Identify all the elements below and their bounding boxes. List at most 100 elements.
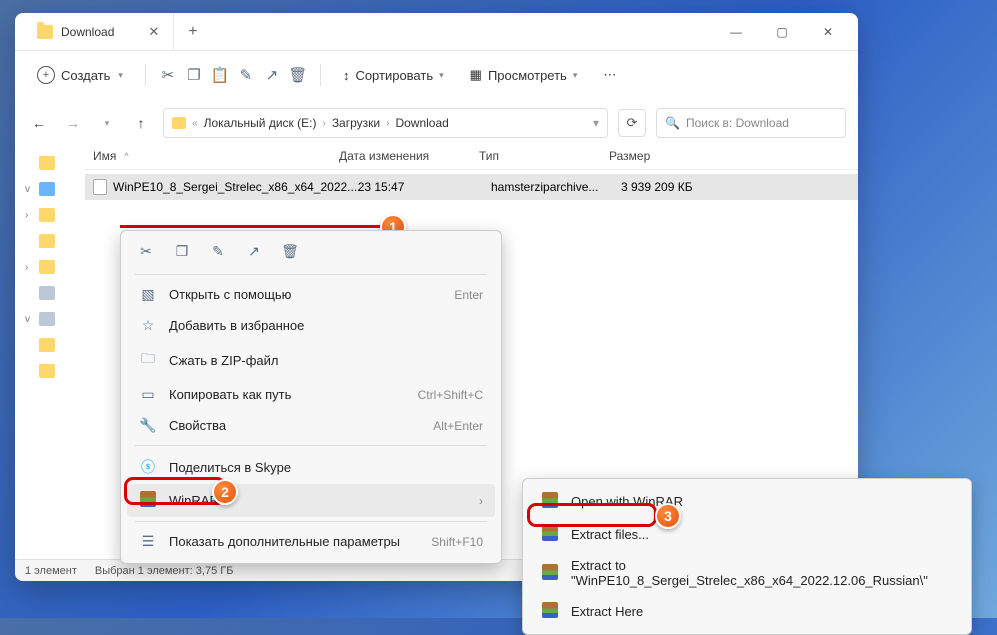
menu-properties[interactable]: 🔧 Свойства Alt+Enter (127, 410, 495, 441)
path-icon: ▭ (139, 386, 157, 403)
maximize-button[interactable]: ▢ (772, 22, 792, 42)
menu-skype[interactable]: ⓢ Поделиться в Skype (127, 450, 495, 484)
menu-copy-path[interactable]: ▭ Копировать как путь Ctrl+Shift+C (127, 379, 495, 410)
minimize-button[interactable]: — (726, 22, 746, 42)
chevron-down-icon: ▾ (573, 70, 578, 81)
separator (320, 64, 321, 86)
cut-icon[interactable]: ✂ (158, 65, 178, 85)
menu-add-favorites[interactable]: ☆ Добавить в избранное (127, 310, 495, 341)
context-menu: ✂ ❐ ✎ ↗ 🗑 ▧ Открыть с помощью Enter ☆ До… (120, 230, 502, 564)
wrench-icon: 🔧 (139, 417, 157, 434)
menu-more-options[interactable]: ☰ Показать дополнительные параметры Shif… (127, 526, 495, 557)
window-controls: — ▢ ✕ (726, 22, 850, 42)
separator (135, 521, 487, 522)
chevron-icon: « (192, 118, 198, 129)
menu-extract-here[interactable]: Extract Here (529, 595, 965, 628)
menu-compress-zip[interactable]: 🗀 Сжать в ZIP-файл (127, 341, 495, 379)
tree-item[interactable]: › (21, 257, 79, 277)
annotation-line (120, 225, 382, 228)
view-button[interactable]: ▦ Просмотреть ▾ (460, 61, 588, 89)
share-icon[interactable]: ↗ (245, 243, 263, 260)
winrar-icon (541, 602, 559, 621)
search-icon: 🔍 (665, 116, 680, 130)
file-date: 023 15:47 (351, 180, 491, 194)
up-button[interactable]: ↑ (129, 115, 153, 131)
recent-button[interactable]: ▾ (95, 118, 119, 129)
folder-icon (172, 117, 186, 129)
forward-button[interactable]: → (61, 115, 85, 131)
skype-icon: ⓢ (139, 457, 157, 477)
file-type: hamsterziparchive... (491, 180, 621, 194)
paste-icon[interactable]: 📋 (210, 65, 230, 85)
column-size[interactable]: Размер (609, 149, 709, 163)
tree-item[interactable] (21, 335, 79, 355)
menu-icon: ☰ (139, 533, 157, 550)
file-row[interactable]: WinPE10_8_Sergei_Strelec_x86_x64_2022...… (85, 174, 858, 200)
zip-icon: 🗀 (139, 348, 157, 372)
file-icon (93, 179, 107, 195)
folder-icon (37, 25, 53, 39)
share-icon[interactable]: ↗ (262, 65, 282, 85)
breadcrumb[interactable]: « Локальный диск (E:) › Загрузки › Downl… (163, 108, 608, 138)
column-type[interactable]: Тип (479, 149, 609, 163)
tree-item[interactable]: v (21, 309, 79, 329)
winrar-icon (139, 491, 157, 510)
chevron-icon: › (386, 118, 389, 129)
chevron-down-icon[interactable]: ▾ (593, 116, 599, 130)
chevron-right-icon: › (479, 494, 483, 508)
rename-icon[interactable]: ✎ (236, 65, 256, 85)
create-button[interactable]: + Создать ▾ (27, 60, 133, 90)
create-label: Создать (61, 68, 110, 83)
sort-label: Сортировать (355, 68, 433, 83)
selection-info: Выбран 1 элемент: 3,75 ГБ (95, 565, 234, 577)
plus-circle-icon: + (37, 66, 55, 84)
refresh-button[interactable]: ⟳ (618, 109, 646, 137)
tab-download[interactable]: Download ✕ (23, 13, 174, 50)
menu-open-with[interactable]: ▧ Открыть с помощью Enter (127, 279, 495, 310)
sort-asc-icon: ^ (124, 151, 128, 161)
view-icon: ▦ (470, 67, 482, 83)
menu-extract-to[interactable]: Extract to "WinPE10_8_Sergei_Strelec_x86… (529, 551, 965, 595)
new-tab-button[interactable]: + (188, 23, 197, 41)
search-input[interactable]: 🔍 Поиск в: Download (656, 108, 846, 138)
tab-close-icon[interactable]: ✕ (148, 24, 159, 40)
breadcrumb-part[interactable]: Загрузки (332, 116, 380, 130)
file-size: 3 939 209 КБ (621, 180, 721, 194)
chevron-icon: › (322, 118, 325, 129)
file-name: WinPE10_8_Sergei_Strelec_x86_x64_2022...… (113, 180, 351, 194)
cut-icon[interactable]: ✂ (137, 243, 155, 260)
back-button[interactable]: ← (27, 115, 51, 131)
menu-open-winrar[interactable]: Open with WinRAR (529, 485, 965, 518)
column-date[interactable]: Дата изменения (339, 149, 479, 163)
winrar-icon (541, 525, 559, 544)
copy-icon[interactable]: ❐ (173, 243, 191, 260)
tree-item[interactable] (21, 231, 79, 251)
chevron-down-icon: ▾ (118, 70, 123, 81)
separator (135, 445, 487, 446)
annotation-badge-2: 2 (212, 479, 238, 505)
menu-extract-files[interactable]: Extract files... (529, 518, 965, 551)
navigation-bar: ← → ▾ ↑ « Локальный диск (E:) › Загрузки… (15, 103, 858, 143)
breadcrumb-part[interactable]: Локальный диск (E:) (204, 116, 317, 130)
star-icon: ☆ (139, 317, 157, 334)
close-button[interactable]: ✕ (818, 22, 838, 42)
toolbar: + Создать ▾ ✂ ❐ 📋 ✎ ↗ 🗑 ↕ Сортировать ▾ … (15, 51, 858, 99)
tree-item[interactable] (21, 153, 79, 173)
copy-icon[interactable]: ❐ (184, 65, 204, 85)
tree-item[interactable] (21, 283, 79, 303)
delete-icon[interactable]: 🗑 (288, 65, 308, 85)
sort-button[interactable]: ↕ Сортировать ▾ (333, 62, 454, 89)
column-headers: Имя^ Дата изменения Тип Размер (85, 143, 858, 170)
separator (145, 64, 146, 86)
column-name[interactable]: Имя^ (93, 149, 339, 163)
tree-item[interactable]: › (21, 205, 79, 225)
navigation-tree: v › › v (15, 143, 85, 563)
tree-item[interactable] (21, 361, 79, 381)
rename-icon[interactable]: ✎ (209, 243, 227, 260)
menu-winrar[interactable]: WinRAR › (127, 484, 495, 517)
breadcrumb-part[interactable]: Download (395, 116, 448, 130)
more-button[interactable]: ⋯ (593, 61, 626, 89)
sort-icon: ↕ (343, 68, 350, 83)
delete-icon[interactable]: 🗑 (281, 243, 299, 260)
tree-item[interactable]: v (21, 179, 79, 199)
